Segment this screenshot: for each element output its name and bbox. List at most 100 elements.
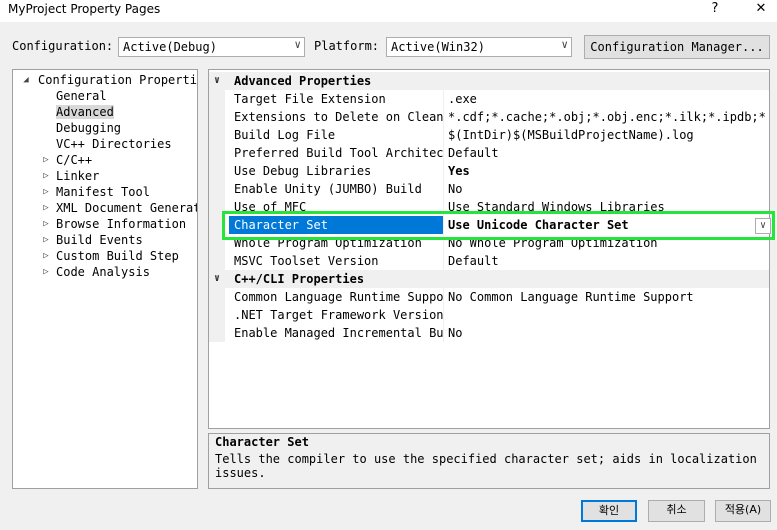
configuration-label: Configuration: <box>12 39 114 53</box>
column-divider <box>443 144 444 162</box>
platform-value: Active(Win32) <box>391 40 485 54</box>
description-panel: Character Set Tells the compiler to use … <box>208 433 770 489</box>
ok-button[interactable]: 확인 <box>581 500 637 522</box>
collapse-icon[interactable]: ∨ <box>214 72 220 90</box>
property-row[interactable]: Preferred Build Tool Architecture Defaul… <box>209 144 769 162</box>
apply-button[interactable]: 적용(A) <box>715 500 771 522</box>
row-gutter <box>209 252 225 270</box>
chevron-down-icon: ∨ <box>561 38 568 51</box>
collapsed-arrow-icon[interactable]: ▷ <box>41 168 51 184</box>
property-name: MSVC Toolset Version <box>234 254 379 268</box>
description-title: Character Set <box>215 435 309 449</box>
column-divider <box>443 108 444 126</box>
row-gutter <box>209 180 225 198</box>
property-row[interactable]: Build Log File $(IntDir)$(MSBuildProject… <box>209 126 769 144</box>
property-value[interactable]: Default <box>448 144 768 162</box>
property-value[interactable]: Default <box>448 252 768 270</box>
column-divider <box>443 162 444 180</box>
property-name: .NET Target Framework Version <box>234 308 443 322</box>
property-row[interactable]: .NET Target Framework Version <box>209 306 769 324</box>
tree-item-label: XML Document Generator <box>56 201 197 215</box>
tree-item-label: C/C++ <box>56 153 93 167</box>
property-value[interactable]: .exe <box>448 90 768 108</box>
row-gutter <box>209 108 225 126</box>
collapsed-arrow-icon[interactable]: ▷ <box>41 184 51 200</box>
tree-item-general[interactable]: General <box>56 88 107 104</box>
collapsed-arrow-icon[interactable]: ▷ <box>41 232 51 248</box>
platform-label: Platform: <box>314 39 380 53</box>
collapsed-arrow-icon[interactable]: ▷ <box>41 264 51 280</box>
property-row[interactable]: Enable Managed Incremental Build No <box>209 324 769 342</box>
column-divider <box>443 306 444 324</box>
tree-item-label: General <box>56 89 107 103</box>
column-divider <box>443 180 444 198</box>
property-value[interactable]: No <box>448 180 768 198</box>
expanded-arrow-icon[interactable]: ◢ <box>21 72 31 88</box>
tree-item-label: Browse Information <box>56 217 187 231</box>
column-divider <box>443 252 444 270</box>
property-value[interactable]: $(IntDir)$(MSBuildProjectName).log <box>448 126 768 144</box>
row-gutter <box>209 126 225 144</box>
highlight-box <box>222 211 775 240</box>
column-divider <box>443 90 444 108</box>
category-advanced-properties[interactable]: ∨ Advanced Properties <box>209 72 769 90</box>
property-name: Preferred Build Tool Architecture <box>234 146 443 160</box>
property-value[interactable]: *.cdf;*.cache;*.obj;*.obj.enc;*.ilk;*.ip… <box>448 108 768 126</box>
row-gutter <box>209 324 225 342</box>
column-divider <box>443 288 444 306</box>
property-value[interactable]: No Common Language Runtime Support <box>448 288 768 306</box>
configuration-dropdown[interactable]: Active(Debug) ∨ <box>118 37 305 57</box>
tree-item-label: Custom Build Step <box>56 249 179 263</box>
row-gutter <box>209 144 225 162</box>
property-value[interactable]: No <box>448 324 768 342</box>
tree-item-debugging[interactable]: Debugging <box>56 120 121 136</box>
category-label: Advanced Properties <box>234 74 372 88</box>
property-row[interactable]: Use Debug Libraries Yes <box>209 162 769 180</box>
property-name: Extensions to Delete on Clean <box>234 110 443 124</box>
row-gutter <box>209 288 225 306</box>
property-row[interactable]: Common Language Runtime Support No Commo… <box>209 288 769 306</box>
property-name: Target File Extension <box>234 92 386 106</box>
property-grid[interactable]: ∨ Advanced Properties Target File Extens… <box>208 69 770 429</box>
description-text: Tells the compiler to use the specified … <box>215 452 757 480</box>
collapsed-arrow-icon[interactable]: ▷ <box>41 200 51 216</box>
property-row[interactable]: Enable Unity (JUMBO) Build No <box>209 180 769 198</box>
chevron-down-icon: ∨ <box>294 38 301 51</box>
category-label: C++/CLI Properties <box>234 272 365 286</box>
tree-item-label: Build Events <box>56 233 143 247</box>
collapse-icon[interactable]: ∨ <box>214 270 220 288</box>
tree-item-label: Debugging <box>56 121 122 135</box>
column-divider <box>443 324 444 342</box>
category-tree[interactable]: ◢ Configuration Properties General Advan… <box>12 69 198 489</box>
tree-item-label: Manifest Tool <box>56 185 150 199</box>
row-gutter <box>209 162 225 180</box>
tree-item-vc-directories[interactable]: VC++ Directories <box>56 136 172 152</box>
property-row[interactable]: Extensions to Delete on Clean *.cdf;*.ca… <box>209 108 769 126</box>
property-name: Use Debug Libraries <box>234 164 372 178</box>
tree-item-advanced[interactable]: Advanced <box>56 104 114 120</box>
property-row[interactable]: MSVC Toolset Version Default <box>209 252 769 270</box>
property-name: Enable Unity (JUMBO) Build <box>234 182 422 196</box>
column-divider <box>443 126 444 144</box>
category-cli-properties[interactable]: ∨ C++/CLI Properties <box>209 270 769 288</box>
help-button[interactable]: ? <box>700 0 730 20</box>
collapsed-arrow-icon[interactable]: ▷ <box>41 152 51 168</box>
close-button[interactable]: ✕ <box>746 0 776 20</box>
row-gutter <box>209 306 225 324</box>
property-value[interactable]: Yes <box>448 162 768 180</box>
platform-dropdown[interactable]: Active(Win32) ∨ <box>386 37 572 57</box>
property-name: Build Log File <box>234 128 336 142</box>
row-gutter <box>209 90 225 108</box>
window-title: MyProject Property Pages <box>8 2 161 16</box>
configuration-manager-button[interactable]: Configuration Manager... <box>584 35 770 59</box>
tree-item-label: Code Analysis <box>56 265 150 279</box>
property-name: Common Language Runtime Support <box>234 290 443 304</box>
collapsed-arrow-icon[interactable]: ▷ <box>41 216 51 232</box>
property-name: Enable Managed Incremental Build <box>234 326 443 340</box>
cancel-button[interactable]: 취소 <box>648 500 705 522</box>
property-row[interactable]: Target File Extension .exe <box>209 90 769 108</box>
tree-item-label: Configuration Properties <box>38 73 198 87</box>
tree-item-label: Linker <box>56 169 100 183</box>
collapsed-arrow-icon[interactable]: ▷ <box>41 248 51 264</box>
configuration-value: Active(Debug) <box>123 40 217 54</box>
